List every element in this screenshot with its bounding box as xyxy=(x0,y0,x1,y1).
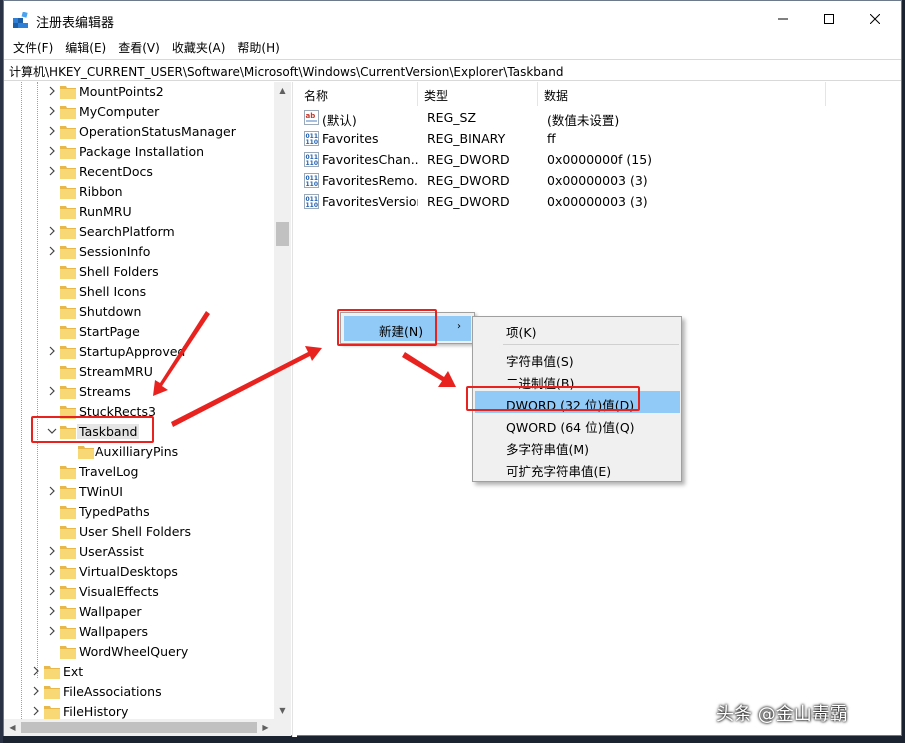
arrow-to-dword-item xyxy=(402,352,456,387)
annotation-arrows xyxy=(153,311,456,427)
watermark-text: 头条 @金山毒霸 xyxy=(716,704,848,725)
arrow-to-new-menu xyxy=(171,346,322,427)
arrow-down-to-taskband xyxy=(153,311,210,396)
